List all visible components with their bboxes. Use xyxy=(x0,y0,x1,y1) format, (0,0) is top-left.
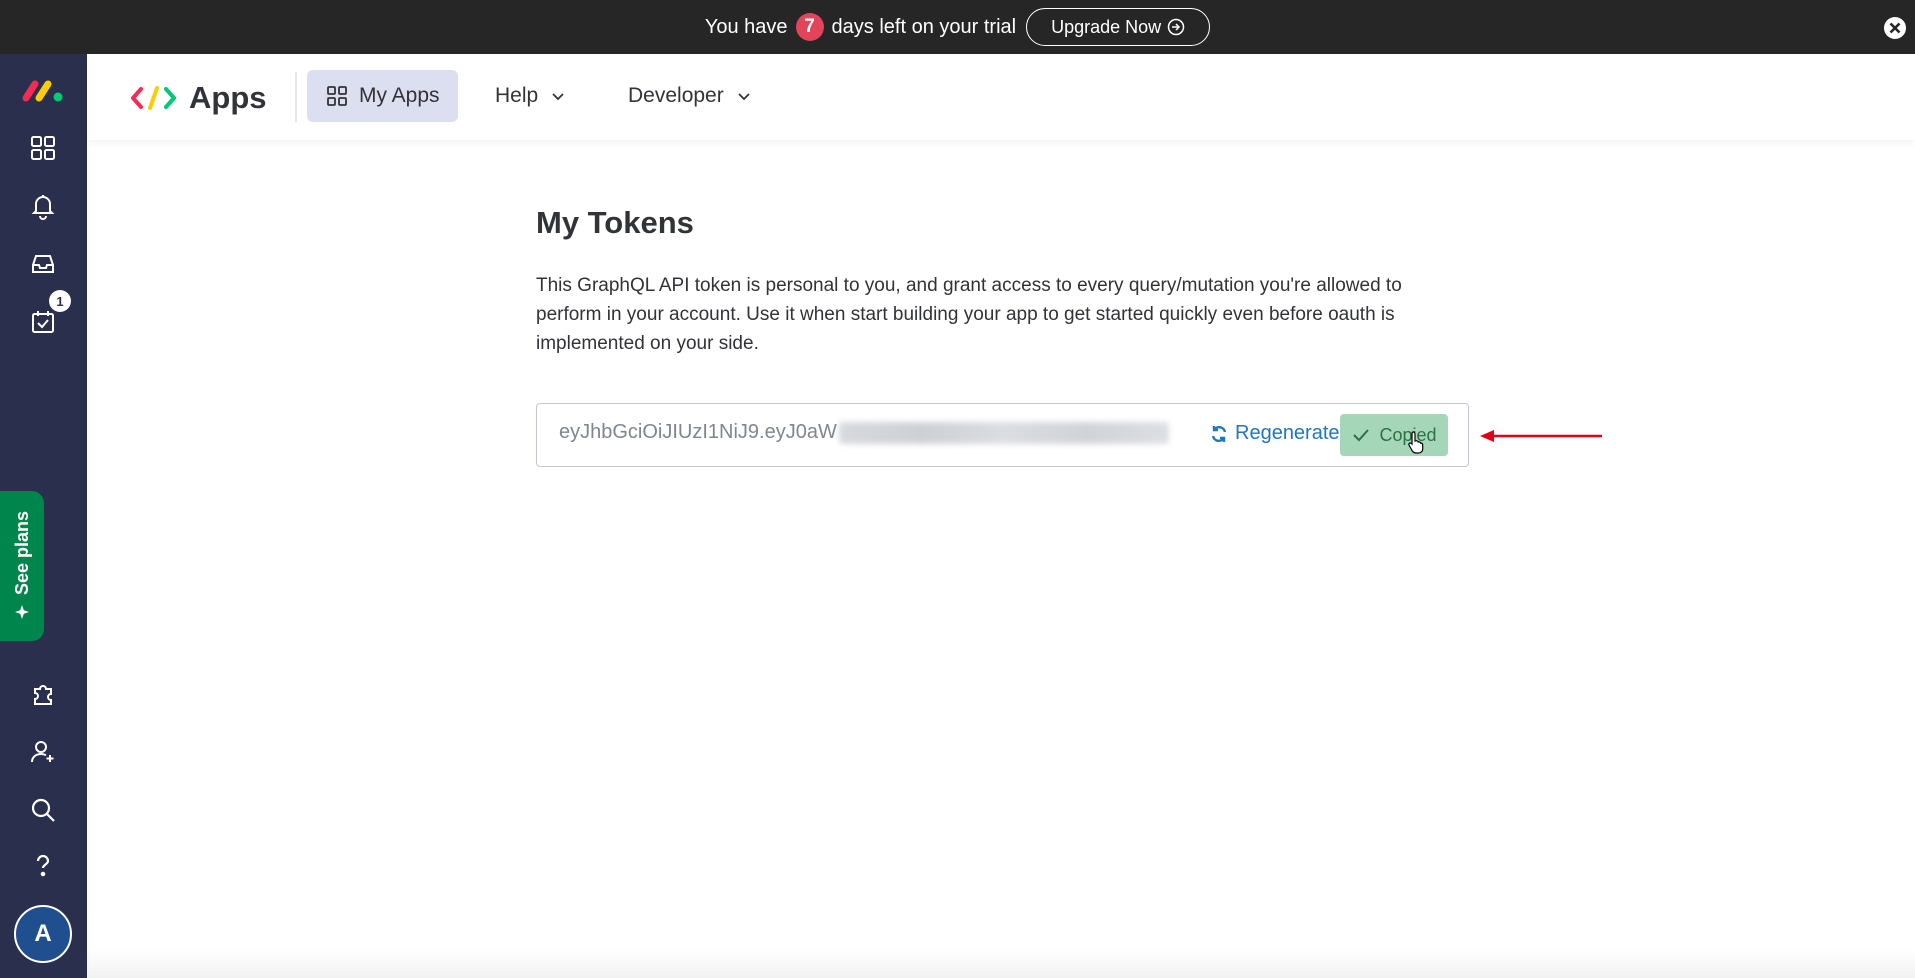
tab-help-label: Help xyxy=(495,84,539,107)
add-user-icon[interactable] xyxy=(27,736,59,768)
top-header: Apps My Apps Help Developer xyxy=(87,54,1915,140)
chevron-down-icon xyxy=(552,93,564,101)
tab-my-apps[interactable]: My Apps xyxy=(307,70,458,122)
trial-banner: You have 7 days left on your trial Upgra… xyxy=(0,0,1915,54)
bottom-shadow xyxy=(87,948,1915,978)
inbox-icon[interactable] xyxy=(27,248,59,280)
tab-developer-label: Developer xyxy=(628,84,724,107)
search-icon[interactable] xyxy=(27,794,59,826)
see-plans-label: See plans xyxy=(11,510,32,596)
bell-icon[interactable] xyxy=(27,190,59,222)
token-value[interactable]: eyJhbGciOiJIUzI1NiJ9.eyJ0aW xyxy=(559,421,1169,444)
help-icon[interactable] xyxy=(27,850,59,882)
token-description: This GraphQL API token is personal to yo… xyxy=(536,275,1402,354)
tokens-section: My Tokens This GraphQL API token is pers… xyxy=(536,205,1471,467)
page-title: My Tokens xyxy=(536,205,694,240)
days-left-badge: 7 xyxy=(795,13,824,41)
apps-logo[interactable]: Apps xyxy=(129,80,267,116)
monday-logo-icon[interactable] xyxy=(21,74,65,106)
grid-icon[interactable] xyxy=(27,132,59,164)
tab-my-apps-label: My Apps xyxy=(359,84,440,107)
trial-suffix: days left on your trial xyxy=(831,15,1017,38)
code-brackets-icon xyxy=(131,86,176,110)
refresh-icon xyxy=(1211,425,1227,442)
regenerate-label: Regenerate xyxy=(1235,422,1340,444)
annotation-arrow-icon xyxy=(1480,430,1602,442)
calendar-check-icon[interactable] xyxy=(27,306,59,338)
puzzle-icon[interactable] xyxy=(27,678,59,710)
upgrade-label: Upgrade Now xyxy=(1051,16,1162,37)
trial-message: You have 7 days left on your trial xyxy=(705,13,1016,41)
token-redacted xyxy=(838,421,1169,444)
tab-help[interactable]: Help xyxy=(477,70,586,122)
hand-cursor-icon xyxy=(1408,431,1424,454)
upgrade-now-button[interactable]: Upgrade Now xyxy=(1026,8,1211,46)
app-title: Apps xyxy=(189,80,267,115)
close-banner-icon[interactable] xyxy=(1883,16,1907,40)
arrow-circle-right-icon xyxy=(1167,18,1185,36)
sparkle-icon xyxy=(15,605,29,620)
trial-prefix: You have xyxy=(704,15,788,38)
user-avatar[interactable]: A xyxy=(14,905,72,963)
token-prefix: eyJhbGciOiJIUzI1NiJ9.eyJ0aW xyxy=(559,421,837,443)
checkmark-icon xyxy=(1353,429,1370,442)
header-divider xyxy=(295,72,297,122)
left-sidebar: 1 See plans A xyxy=(0,54,87,978)
chevron-down-icon xyxy=(738,93,750,101)
see-plans-button[interactable]: See plans xyxy=(0,491,44,641)
tab-developer[interactable]: Developer xyxy=(610,70,772,122)
regenerate-button[interactable]: Regenerate xyxy=(1209,422,1340,445)
token-field[interactable]: eyJhbGciOiJIUzI1NiJ9.eyJ0aW Regenerate C… xyxy=(536,403,1469,467)
grid-icon xyxy=(327,86,347,106)
copied-button[interactable]: Copied xyxy=(1340,414,1448,456)
